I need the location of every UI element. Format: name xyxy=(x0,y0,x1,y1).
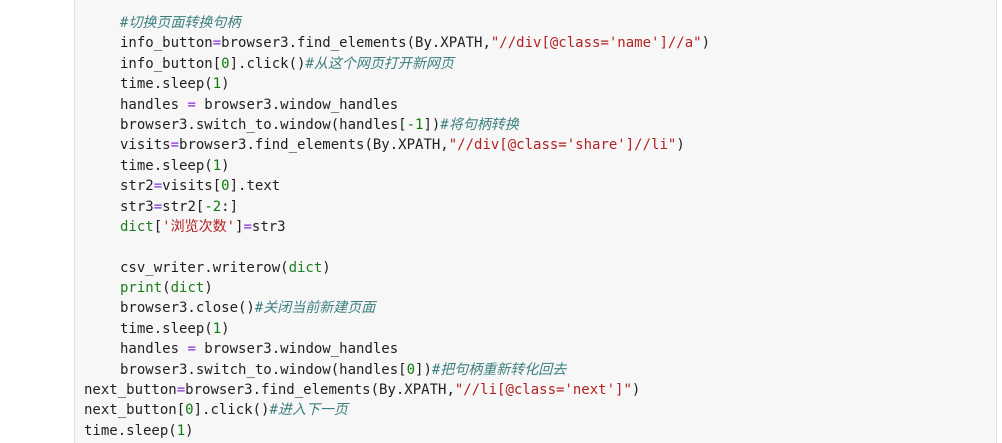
code-token: 1 xyxy=(212,157,222,174)
code-token: #将句柄转换 xyxy=(440,116,519,133)
code-token: info_button[ xyxy=(120,55,222,72)
code-token: #从这个网页打开新网页 xyxy=(305,55,454,72)
code-token: ) xyxy=(204,280,213,297)
code-token: ) xyxy=(221,157,230,174)
code-token: = xyxy=(153,178,163,195)
code-token: visits[ xyxy=(162,178,222,195)
code-line: info_button[0].click()#从这个网页打开新网页 xyxy=(84,54,710,74)
code-line: #切换页面转换句柄 xyxy=(84,13,710,33)
code-token: ) xyxy=(185,422,194,439)
code-token: dict xyxy=(288,259,323,276)
code-token: ) xyxy=(221,320,230,337)
code-token: = xyxy=(170,137,180,154)
code-token: ) xyxy=(631,382,641,399)
code-token: ].click() xyxy=(229,55,306,72)
code-line: str2=visits[0].text xyxy=(84,176,710,196)
code-token: 0 xyxy=(221,55,230,72)
code-editor[interactable]: #切换页面转换句柄 info_button=browser3.find_eleme… xyxy=(84,13,710,441)
code-token: :] xyxy=(221,198,239,215)
code-line: browser3.close()#关闭当前新建页面 xyxy=(84,298,710,318)
code-token: ) xyxy=(701,35,711,52)
code-line: next_button=browser3.find_elements(By.XP… xyxy=(84,380,710,400)
code-token: str2 xyxy=(120,178,154,195)
code-token: time.sleep( xyxy=(120,76,213,93)
code-token: 1 xyxy=(176,422,186,439)
code-token: handles xyxy=(120,341,188,358)
code-token: time.sleep( xyxy=(84,422,177,439)
code-token: csv_writer.writerow( xyxy=(120,259,289,276)
code-token: 0 xyxy=(221,178,230,195)
code-token: 0 xyxy=(406,361,416,378)
code-line: info_button=browser3.find_elements(By.XP… xyxy=(84,33,710,53)
code-line: visits=browser3.find_elements(By.XPATH,"… xyxy=(84,135,710,155)
code-token: "//div[@class='share']//li" xyxy=(448,137,677,154)
code-token: dict xyxy=(120,218,154,235)
code-line: dict['浏览次数']=str3 xyxy=(84,217,710,237)
code-token: = xyxy=(187,341,196,358)
code-token: #进入下一页 xyxy=(269,402,348,419)
code-token: ].text xyxy=(229,178,281,195)
code-token: browser3.find_elements(By.XPATH, xyxy=(221,35,491,52)
code-token: browser3.window_handles xyxy=(195,96,399,113)
code-token: browser3.window_handles xyxy=(195,341,399,358)
code-line: browser3.switch_to.window(handles[0])#把句… xyxy=(84,360,710,380)
code-token: "//div[@class='name']//a" xyxy=(490,35,702,52)
code-token: browser3.find_elements(By.XPATH, xyxy=(185,382,455,399)
code-token: = xyxy=(212,35,222,52)
code-line: handles = browser3.window_handles xyxy=(84,339,710,359)
code-token: ( xyxy=(162,280,171,297)
code-token: -2 xyxy=(204,198,222,215)
code-token: -1 xyxy=(406,116,424,133)
code-line: csv_writer.writerow(dict) xyxy=(84,258,710,278)
notebook-page: #切换页面转换句柄 info_button=browser3.find_eleme… xyxy=(0,0,1002,443)
code-token: browser3.switch_to.window(handles[ xyxy=(120,361,407,378)
code-token: '浏览次数' xyxy=(162,218,236,235)
code-line: next_button[0].click()#进入下一页 xyxy=(84,400,710,420)
code-token: ].click() xyxy=(193,402,270,419)
code-token: 1 xyxy=(212,320,222,337)
code-token: = xyxy=(153,198,163,215)
code-token: [ xyxy=(153,218,163,235)
code-token: ) xyxy=(322,259,331,276)
code-line: handles = browser3.window_handles xyxy=(84,95,710,115)
code-token: browser3.close() xyxy=(120,300,255,317)
code-token: 0 xyxy=(185,402,194,419)
code-token: = xyxy=(176,382,186,399)
code-line: time.sleep(1) xyxy=(84,421,710,441)
code-token: = xyxy=(243,218,252,235)
code-line: time.sleep(1) xyxy=(84,156,710,176)
code-line: time.sleep(1) xyxy=(84,74,710,94)
code-line: str3=str2[-2:] xyxy=(84,197,710,217)
code-token: visits xyxy=(120,137,171,154)
code-token: browser3.find_elements(By.XPATH, xyxy=(179,137,449,154)
code-token: = xyxy=(187,96,196,113)
code-line: time.sleep(1) xyxy=(84,319,710,339)
code-line: print(dict) xyxy=(84,278,710,298)
code-token: info_button xyxy=(120,35,213,52)
code-token: browser3.switch_to.window(handles[ xyxy=(120,116,407,133)
code-token: "//li[@class='next']" xyxy=(454,382,632,399)
code-token: ) xyxy=(676,137,685,154)
code-token: str3 xyxy=(251,218,286,235)
code-token: #把句柄重新转化回去 xyxy=(431,361,567,378)
code-token: 1 xyxy=(212,76,222,93)
code-line: browser3.switch_to.window(handles[-1])#将… xyxy=(84,115,710,135)
code-token: time.sleep( xyxy=(120,320,213,337)
code-token: print xyxy=(120,280,163,297)
code-token: #切换页面转换句柄 xyxy=(120,15,241,31)
code-token: handles xyxy=(120,96,188,113)
code-token: str2[ xyxy=(162,198,205,215)
code-token: #关闭当前新建页面 xyxy=(254,300,376,317)
code-token: next_button[ xyxy=(84,402,186,419)
code-token: ) xyxy=(221,76,230,93)
code-token: next_button xyxy=(84,382,177,399)
code-token: ]) xyxy=(415,361,432,378)
code-token: str3 xyxy=(120,198,154,215)
code-token: dict xyxy=(170,280,205,297)
code-token: time.sleep( xyxy=(120,157,213,174)
code-token: ]) xyxy=(423,116,441,133)
